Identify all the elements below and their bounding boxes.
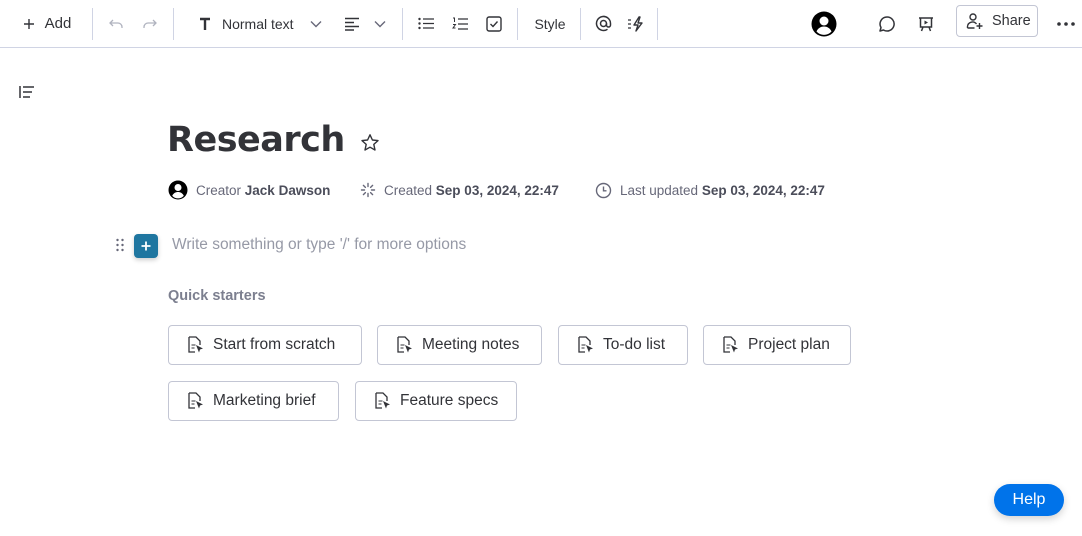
presentation-icon <box>918 16 934 32</box>
style-button[interactable]: Style <box>528 8 572 40</box>
user-avatar-icon <box>811 11 837 37</box>
bullet-list-button[interactable] <box>414 8 438 40</box>
plus-icon <box>23 18 35 30</box>
created-value: Sep 03, 2024, 22:47 <box>435 182 559 198</box>
align-left-icon <box>344 17 360 31</box>
add-label: Add <box>44 15 72 32</box>
template-doc-icon <box>577 336 594 354</box>
toolbar-divider <box>517 8 518 40</box>
lightning-icon <box>627 15 645 32</box>
toolbar-divider <box>580 8 581 40</box>
block-drag-handle[interactable] <box>116 238 124 257</box>
toolbar-divider <box>657 8 658 40</box>
checkbox-icon <box>486 15 502 32</box>
editor-input[interactable]: Write something or type '/' for more opt… <box>172 236 466 254</box>
add-person-icon <box>966 12 984 30</box>
quick-starter-meeting-notes[interactable]: Meeting notes <box>377 325 542 365</box>
toolbar-divider <box>173 8 174 40</box>
style-label: Style <box>534 15 566 32</box>
quick-starter-label: Feature specs <box>400 392 499 409</box>
quick-starter-feature-specs[interactable]: Feature specs <box>355 381 517 421</box>
share-label: Share <box>992 13 1031 29</box>
quick-starter-project-plan[interactable]: Project plan <box>703 325 851 365</box>
template-doc-icon <box>396 336 413 354</box>
star-icon <box>360 133 380 153</box>
page-title[interactable]: Research <box>167 120 345 160</box>
clock-icon <box>595 182 612 199</box>
toolbar-divider <box>402 8 403 40</box>
quick-starters-heading: Quick starters <box>168 288 266 304</box>
quick-starter-label: Start from scratch <box>213 336 336 353</box>
editor-toolbar: Add Normal text Style Share <box>0 0 1082 48</box>
created-text: Created Sep 03, 2024, 22:47 <box>384 183 559 198</box>
template-doc-icon <box>187 336 204 354</box>
chevron-down-icon <box>310 20 322 28</box>
template-doc-icon <box>187 392 204 410</box>
creator-label-text: Creator <box>196 182 242 198</box>
updated-text: Last updated Sep 03, 2024, 22:47 <box>620 183 825 198</box>
bullet-list-icon <box>418 17 434 30</box>
creator-label: Creator Jack Dawson <box>196 183 330 198</box>
updated-value: Sep 03, 2024, 22:47 <box>701 182 825 198</box>
document-outline-button[interactable] <box>18 84 36 105</box>
quick-starter-to-do-list[interactable]: To-do list <box>558 325 688 365</box>
at-mention-icon <box>595 15 612 32</box>
meta-creator: Creator Jack Dawson <box>168 180 330 200</box>
meta-created: Created Sep 03, 2024, 22:47 <box>360 182 559 198</box>
mention-button[interactable] <box>591 8 615 40</box>
text-style-label: Normal text <box>222 15 294 32</box>
quick-starter-label: To-do list <box>603 336 666 353</box>
help-button[interactable]: Help <box>994 484 1064 516</box>
toolbar-divider <box>92 8 93 40</box>
created-label: Created <box>384 182 433 198</box>
favorite-button[interactable] <box>360 133 380 158</box>
quick-starter-marketing-brief[interactable]: Marketing brief <box>168 381 339 421</box>
user-avatar[interactable] <box>810 8 838 40</box>
more-options-button[interactable] <box>1054 8 1078 40</box>
meta-updated: Last updated Sep 03, 2024, 22:47 <box>595 182 825 199</box>
updated-label: Last updated <box>620 182 699 198</box>
share-button[interactable]: Share <box>956 5 1038 37</box>
numbered-list-button[interactable] <box>448 8 472 40</box>
quick-starter-start-from-scratch[interactable]: Start from scratch <box>168 325 362 365</box>
template-doc-icon <box>722 336 739 354</box>
undo-icon <box>108 18 124 30</box>
drag-handle-icon <box>116 238 124 252</box>
quick-starter-label: Meeting notes <box>422 336 520 353</box>
checklist-button[interactable] <box>482 8 506 40</box>
loader-icon <box>360 182 376 198</box>
comment-icon <box>878 15 896 33</box>
creator-name[interactable]: Jack Dawson <box>245 183 331 198</box>
text-t-icon <box>198 17 212 31</box>
redo-button[interactable] <box>138 8 162 40</box>
redo-icon <box>142 18 158 30</box>
add-block-button[interactable] <box>134 234 158 258</box>
user-avatar-icon <box>168 180 188 200</box>
present-button[interactable] <box>914 8 938 40</box>
outline-icon <box>18 84 36 100</box>
template-doc-icon <box>374 392 391 410</box>
chevron-down-icon <box>374 20 386 28</box>
comments-button[interactable] <box>875 8 899 40</box>
automation-button[interactable] <box>624 8 648 40</box>
alignment-dropdown[interactable] <box>344 8 392 40</box>
quick-starter-label: Project plan <box>748 336 830 353</box>
text-style-dropdown[interactable]: Normal text <box>198 8 330 40</box>
more-horizontal-icon <box>1057 21 1075 26</box>
numbered-list-icon <box>452 17 468 31</box>
plus-icon <box>141 241 151 251</box>
add-button[interactable]: Add <box>14 8 80 40</box>
quick-starter-label: Marketing brief <box>213 392 316 409</box>
undo-button[interactable] <box>104 8 128 40</box>
